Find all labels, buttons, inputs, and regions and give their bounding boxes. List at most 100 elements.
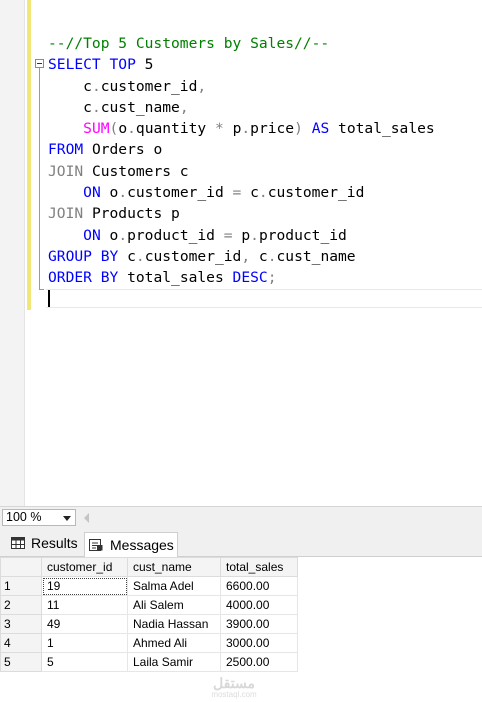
code-token-operator: , [241, 247, 251, 265]
code-token-identifier: c [118, 247, 136, 265]
code-token-identifier [303, 120, 312, 137]
tab-results[interactable]: Results [4, 532, 82, 554]
scroll-left-icon[interactable] [84, 513, 89, 523]
code-token-identifier: customer_id [127, 184, 233, 202]
row-number[interactable]: 3 [0, 614, 42, 634]
cell-customer-id[interactable]: 49 [41, 614, 128, 634]
cell-cust-name[interactable]: Laila Samir [127, 652, 221, 672]
table-row[interactable]: 1 19 Salma Adel 6600.00 [0, 576, 298, 596]
code-line[interactable]: GROUP BY c.customer_id, c.cust_name [48, 246, 435, 267]
code-token-operator: = [223, 226, 233, 244]
results-tabbar: Results Messages [0, 527, 482, 557]
cell-customer-id[interactable]: 5 [41, 652, 128, 672]
code-token-identifier: total_sales [329, 120, 435, 138]
grid-icon [11, 537, 25, 549]
code-line[interactable]: SUM(o.quantity * p.price) AS total_sales [48, 118, 435, 139]
code-token-identifier: customer_id [144, 247, 242, 265]
table-header-row: customer_id cust_name total_sales [0, 557, 298, 577]
code-token-identifier: c [250, 247, 268, 265]
code-token-keyword: BY [100, 247, 119, 265]
results-table: customer_id cust_name total_sales 1 19 S… [0, 557, 298, 672]
cell-customer-id[interactable]: 1 [41, 633, 128, 653]
cell-total-sales[interactable]: 3000.00 [220, 633, 298, 653]
editor-gutter [0, 0, 25, 506]
code-token-function: SUM [83, 120, 110, 138]
code-token-identifier: c [241, 184, 259, 202]
code-token-identifier: product_id [258, 226, 347, 244]
code-line[interactable]: c.customer_id, [48, 76, 435, 97]
code-token-operator: , [179, 98, 189, 116]
code-token-identifier [92, 248, 101, 265]
column-header-customer-id[interactable]: customer_id [41, 557, 128, 577]
code-token-operator: , [197, 77, 207, 95]
code-token-keyword: TOP [109, 56, 136, 74]
query-editor[interactable]: --//Top 5 Customers by Sales//-- SELECT T… [0, 0, 482, 506]
code-token-operator: . [250, 226, 259, 244]
outline-guide-end [39, 289, 44, 290]
code-token-identifier: c [48, 77, 92, 95]
zoom-value: 100 % [6, 510, 42, 524]
tab-results-label: Results [31, 535, 78, 551]
tab-messages-label: Messages [110, 537, 174, 553]
code-token-operator: . [118, 226, 128, 244]
code-token-identifier: 5 [135, 56, 154, 74]
cell-total-sales[interactable]: 2500.00 [220, 652, 298, 672]
code-line[interactable]: JOIN Products p [48, 203, 435, 224]
code-token-identifier: o [100, 226, 119, 244]
code-token-keyword: BY [100, 269, 119, 287]
table-row[interactable]: 2 11 Ali Salem 4000.00 [0, 595, 298, 615]
zoom-dropdown[interactable]: 100 % [2, 509, 76, 526]
code-token-identifier: quantity [135, 120, 215, 138]
code-token-identifier [101, 56, 110, 73]
code-line[interactable]: ON o.product_id = p.product_id [48, 225, 435, 246]
code-line[interactable]: ON o.customer_id = c.customer_id [48, 182, 435, 203]
row-number[interactable]: 4 [0, 633, 42, 653]
tab-messages[interactable]: Messages [84, 532, 178, 557]
cell-total-sales[interactable]: 4000.00 [220, 595, 298, 615]
row-number[interactable]: 5 [0, 652, 42, 672]
code-token-identifier: Orders o [83, 141, 163, 159]
code-token-operator: . [135, 247, 145, 265]
code-token-keyword: FROM [48, 141, 84, 159]
code-token-operator: ( [109, 120, 119, 138]
code-line[interactable]: FROM Orders o [48, 139, 435, 160]
collapse-icon[interactable] [35, 59, 44, 68]
code-token-keyword: ORDER [48, 269, 92, 287]
column-header-total-sales[interactable]: total_sales [220, 557, 298, 577]
cell-total-sales[interactable]: 3900.00 [220, 614, 298, 634]
code-line[interactable]: JOIN Customers c [48, 161, 435, 182]
code-token-identifier: price [250, 120, 295, 138]
code-line[interactable]: --//Top 5 Customers by Sales//-- [48, 33, 435, 54]
code-line[interactable]: ORDER BY total_sales DESC; [48, 267, 435, 288]
code-token-operator: . [91, 98, 101, 116]
code-token-operator: JOIN [48, 205, 84, 223]
code-token-identifier [48, 184, 83, 201]
cell-customer-id[interactable]: 11 [41, 595, 128, 615]
row-number-header[interactable] [0, 557, 42, 577]
cell-total-sales[interactable]: 6600.00 [220, 576, 298, 596]
editor-status-strip: 100 % [0, 506, 482, 527]
code-token-identifier: o [118, 120, 128, 138]
code-line[interactable]: SELECT TOP 5 [48, 54, 435, 75]
table-row[interactable]: 4 1 Ahmed Ali 3000.00 [0, 633, 298, 653]
cell-customer-id[interactable]: 19 [41, 576, 128, 596]
table-row[interactable]: 5 5 Laila Samir 2500.00 [0, 652, 298, 672]
code-token-identifier [48, 227, 83, 244]
code-token-keyword: DESC [232, 269, 268, 287]
sql-code[interactable]: --//Top 5 Customers by Sales//-- SELECT T… [48, 33, 435, 289]
code-token-operator: . [267, 247, 277, 265]
cell-cust-name[interactable]: Ahmed Ali [127, 633, 221, 653]
row-number[interactable]: 1 [0, 576, 42, 596]
table-row[interactable]: 3 49 Nadia Hassan 3900.00 [0, 614, 298, 634]
column-header-cust-name[interactable]: cust_name [127, 557, 221, 577]
code-token-identifier: p [232, 226, 251, 244]
code-token-keyword: SELECT [48, 56, 101, 74]
row-number[interactable]: 2 [0, 595, 42, 615]
code-line[interactable]: c.cust_name, [48, 97, 435, 118]
cell-cust-name[interactable]: Ali Salem [127, 595, 221, 615]
change-tracking-bar [27, 0, 31, 310]
code-token-operator: * [214, 120, 224, 138]
code-token-identifier: customer_id [267, 184, 365, 202]
cell-cust-name[interactable]: Salma Adel [127, 576, 221, 596]
cell-cust-name[interactable]: Nadia Hassan [127, 614, 221, 634]
